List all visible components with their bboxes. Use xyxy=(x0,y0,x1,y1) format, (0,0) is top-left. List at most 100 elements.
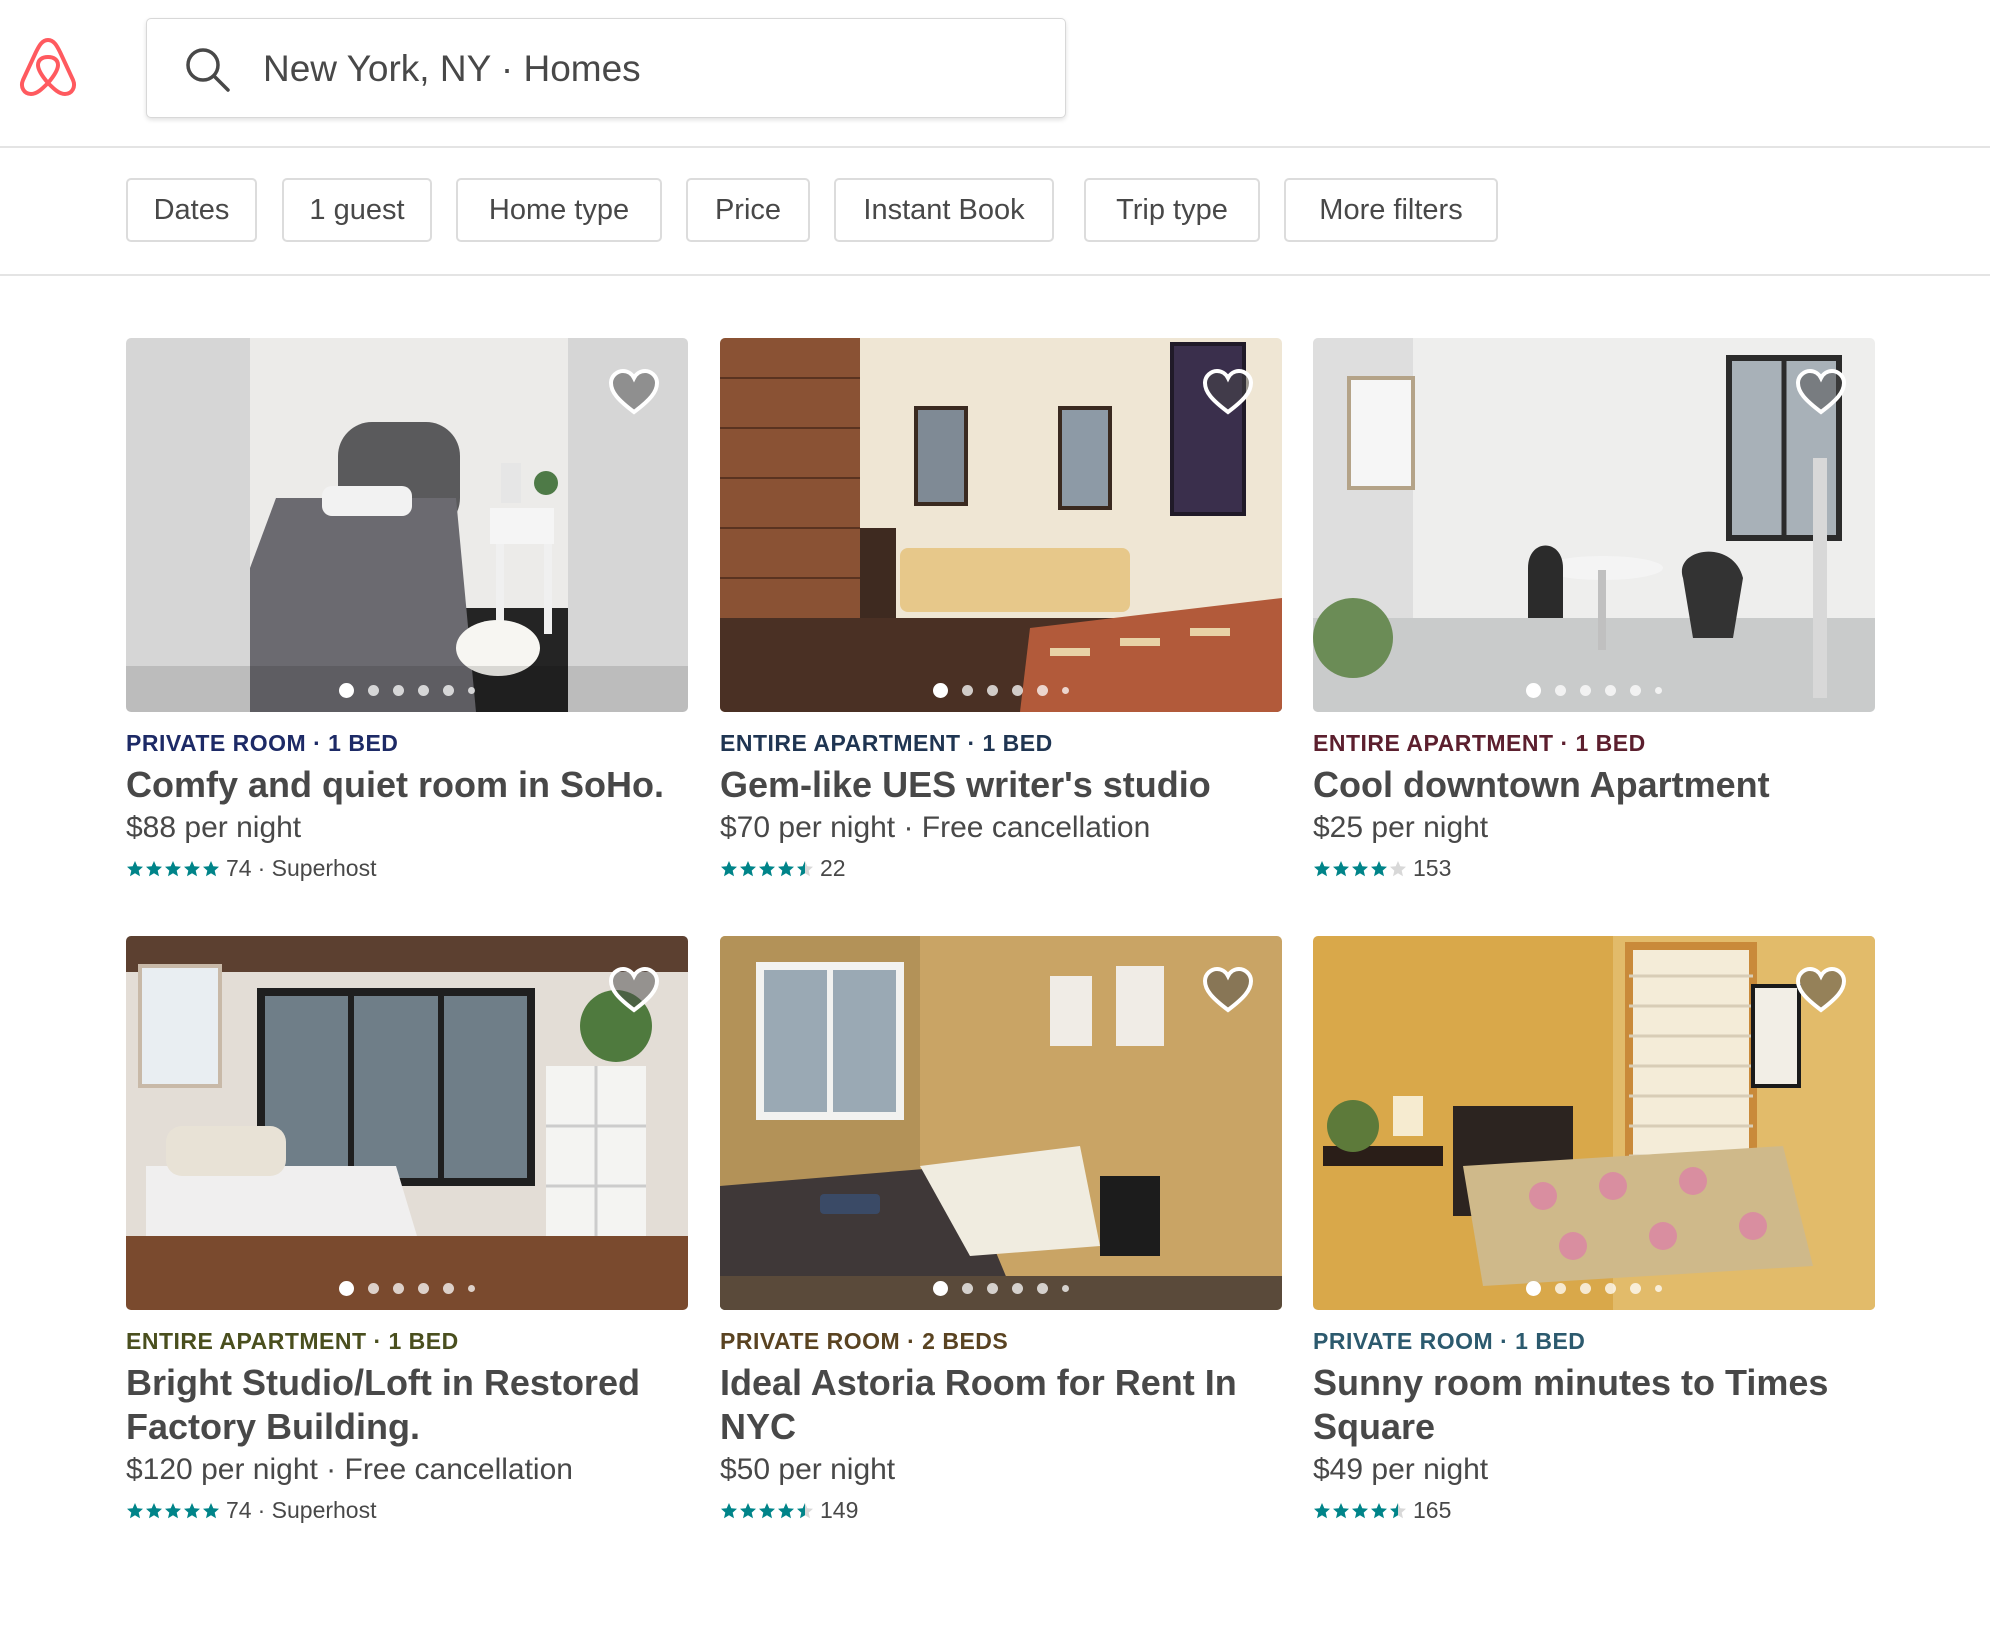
review-count: 74 xyxy=(226,855,252,881)
star-icon xyxy=(1333,1502,1349,1518)
review-count: 153 xyxy=(1413,855,1452,881)
star-icon xyxy=(203,860,219,876)
listing-price-suffix: per night xyxy=(1363,811,1489,844)
carousel-dots[interactable] xyxy=(126,683,688,698)
star-icon xyxy=(1390,860,1406,876)
listing-rating: 165 xyxy=(1313,1497,1875,1524)
listing-price: $70 xyxy=(720,811,771,844)
listing-title[interactable]: Ideal Astoria Room for Rent In NYC xyxy=(720,1361,1282,1449)
filter-dates-button[interactable]: Dates xyxy=(126,178,257,242)
star-icon xyxy=(1390,1502,1406,1518)
heart-icon[interactable] xyxy=(1202,966,1254,1014)
listing-card[interactable]: PRIVATE ROOM · 2 BEDS Ideal Astoria Room… xyxy=(720,936,1282,1524)
listing-type: PRIVATE ROOM · 2 BEDS xyxy=(720,1328,1009,1354)
star-icon xyxy=(165,1502,181,1518)
listing-card[interactable]: PRIVATE ROOM · 1 BED Comfy and quiet roo… xyxy=(126,338,688,882)
carousel-dots[interactable] xyxy=(720,683,1282,698)
listing-price: $50 xyxy=(720,1453,771,1486)
carousel-dots[interactable] xyxy=(126,1281,688,1296)
listing-card[interactable]: ENTIRE APARTMENT · 1 BED Bright Studio/L… xyxy=(126,936,688,1524)
listing-card[interactable]: PRIVATE ROOM · 1 BED Sunny room minutes … xyxy=(1313,936,1875,1524)
search-icon xyxy=(186,48,230,92)
star-icon xyxy=(1333,860,1349,876)
listing-extra: · Superhost xyxy=(257,855,377,881)
listing-photo[interactable] xyxy=(126,936,688,1310)
star-icon xyxy=(184,860,200,876)
filter-price-button[interactable]: Price xyxy=(686,178,810,242)
carousel-dots[interactable] xyxy=(1313,683,1875,698)
listing-price-line: $25 per night xyxy=(1313,811,1875,845)
listing-rating: 149 xyxy=(720,1497,1282,1524)
listing-rating: 74 · Superhost xyxy=(126,855,688,882)
heart-icon[interactable] xyxy=(608,368,660,416)
listing-rating: 74 · Superhost xyxy=(126,1497,688,1524)
listing-title[interactable]: Cool downtown Apartment xyxy=(1313,763,1875,807)
star-icon xyxy=(778,1502,794,1518)
listing-photo[interactable] xyxy=(1313,936,1875,1310)
listing-title[interactable]: Comfy and quiet room in SoHo. xyxy=(126,763,688,807)
listing-price-suffix: per night · Free cancellation xyxy=(192,1453,573,1486)
star-rating xyxy=(720,1502,814,1520)
star-icon xyxy=(127,860,143,876)
review-count: 74 xyxy=(226,1497,252,1523)
star-rating xyxy=(126,860,220,878)
listing-type: ENTIRE APARTMENT · 1 BED xyxy=(720,730,1053,756)
star-rating xyxy=(126,1502,220,1520)
heart-icon[interactable] xyxy=(1795,966,1847,1014)
search-box[interactable] xyxy=(146,18,1066,118)
airbnb-logo-icon[interactable] xyxy=(16,34,80,100)
listing-title[interactable]: Gem-like UES writer's studio xyxy=(720,763,1282,807)
listing-type: ENTIRE APARTMENT · 1 BED xyxy=(1313,730,1646,756)
heart-icon[interactable] xyxy=(1795,368,1847,416)
listing-card[interactable]: ENTIRE APARTMENT · 1 BED Gem-like UES wr… xyxy=(720,338,1282,882)
star-icon xyxy=(778,860,794,876)
listing-type: ENTIRE APARTMENT · 1 BED xyxy=(126,1328,459,1354)
review-count: 165 xyxy=(1413,1497,1452,1523)
listing-photo[interactable] xyxy=(720,338,1282,712)
listing-price-line: $88 per night xyxy=(126,811,688,845)
heart-icon[interactable] xyxy=(608,966,660,1014)
filter-trip-type-button[interactable]: Trip type xyxy=(1084,178,1260,242)
listing-price-line: $49 per night xyxy=(1313,1453,1875,1487)
star-icon xyxy=(1371,1502,1387,1518)
carousel-dots[interactable] xyxy=(720,1281,1282,1296)
star-icon xyxy=(184,1502,200,1518)
heart-icon[interactable] xyxy=(1202,368,1254,416)
listing-type: PRIVATE ROOM · 1 BED xyxy=(126,730,399,756)
star-icon xyxy=(146,860,162,876)
star-icon xyxy=(1352,860,1368,876)
star-rating xyxy=(1313,860,1407,878)
star-icon xyxy=(165,860,181,876)
star-icon xyxy=(721,1502,737,1518)
review-count: 22 xyxy=(820,855,846,881)
star-rating xyxy=(720,860,814,878)
filter-instant-book-button[interactable]: Instant Book xyxy=(834,178,1054,242)
listing-photo[interactable] xyxy=(720,936,1282,1310)
star-icon xyxy=(759,860,775,876)
more-filters-button[interactable]: More filters xyxy=(1284,178,1498,242)
filter-guests-button[interactable]: 1 guest xyxy=(282,178,432,242)
listing-title[interactable]: Sunny room minutes to Times Square xyxy=(1313,1361,1875,1449)
review-count: 149 xyxy=(820,1497,859,1523)
search-input[interactable] xyxy=(263,39,1023,99)
listing-price-line: $120 per night · Free cancellation xyxy=(126,1453,688,1487)
star-rating xyxy=(1313,1502,1407,1520)
listing-photo[interactable] xyxy=(126,338,688,712)
star-icon xyxy=(1371,860,1387,876)
listing-photo[interactable] xyxy=(1313,338,1875,712)
filter-home-type-button[interactable]: Home type xyxy=(456,178,662,242)
listing-rating: 153 xyxy=(1313,855,1875,882)
listing-rating: 22 xyxy=(720,855,1282,882)
listing-price-line: $50 per night xyxy=(720,1453,1282,1487)
listing-price-suffix: per night xyxy=(770,1453,896,1486)
listing-price: $120 xyxy=(126,1453,193,1486)
listing-card[interactable]: ENTIRE APARTMENT · 1 BED Cool downtown A… xyxy=(1313,338,1875,882)
star-icon xyxy=(203,1502,219,1518)
top-header xyxy=(0,0,1990,148)
listing-price-line: $70 per night · Free cancellation xyxy=(720,811,1282,845)
listing-price: $25 xyxy=(1313,811,1364,844)
star-icon xyxy=(797,1502,813,1518)
carousel-dots[interactable] xyxy=(1313,1281,1875,1296)
listing-extra: · Superhost xyxy=(257,1497,377,1523)
listing-title[interactable]: Bright Studio/Loft in Restored Factory B… xyxy=(126,1361,688,1449)
